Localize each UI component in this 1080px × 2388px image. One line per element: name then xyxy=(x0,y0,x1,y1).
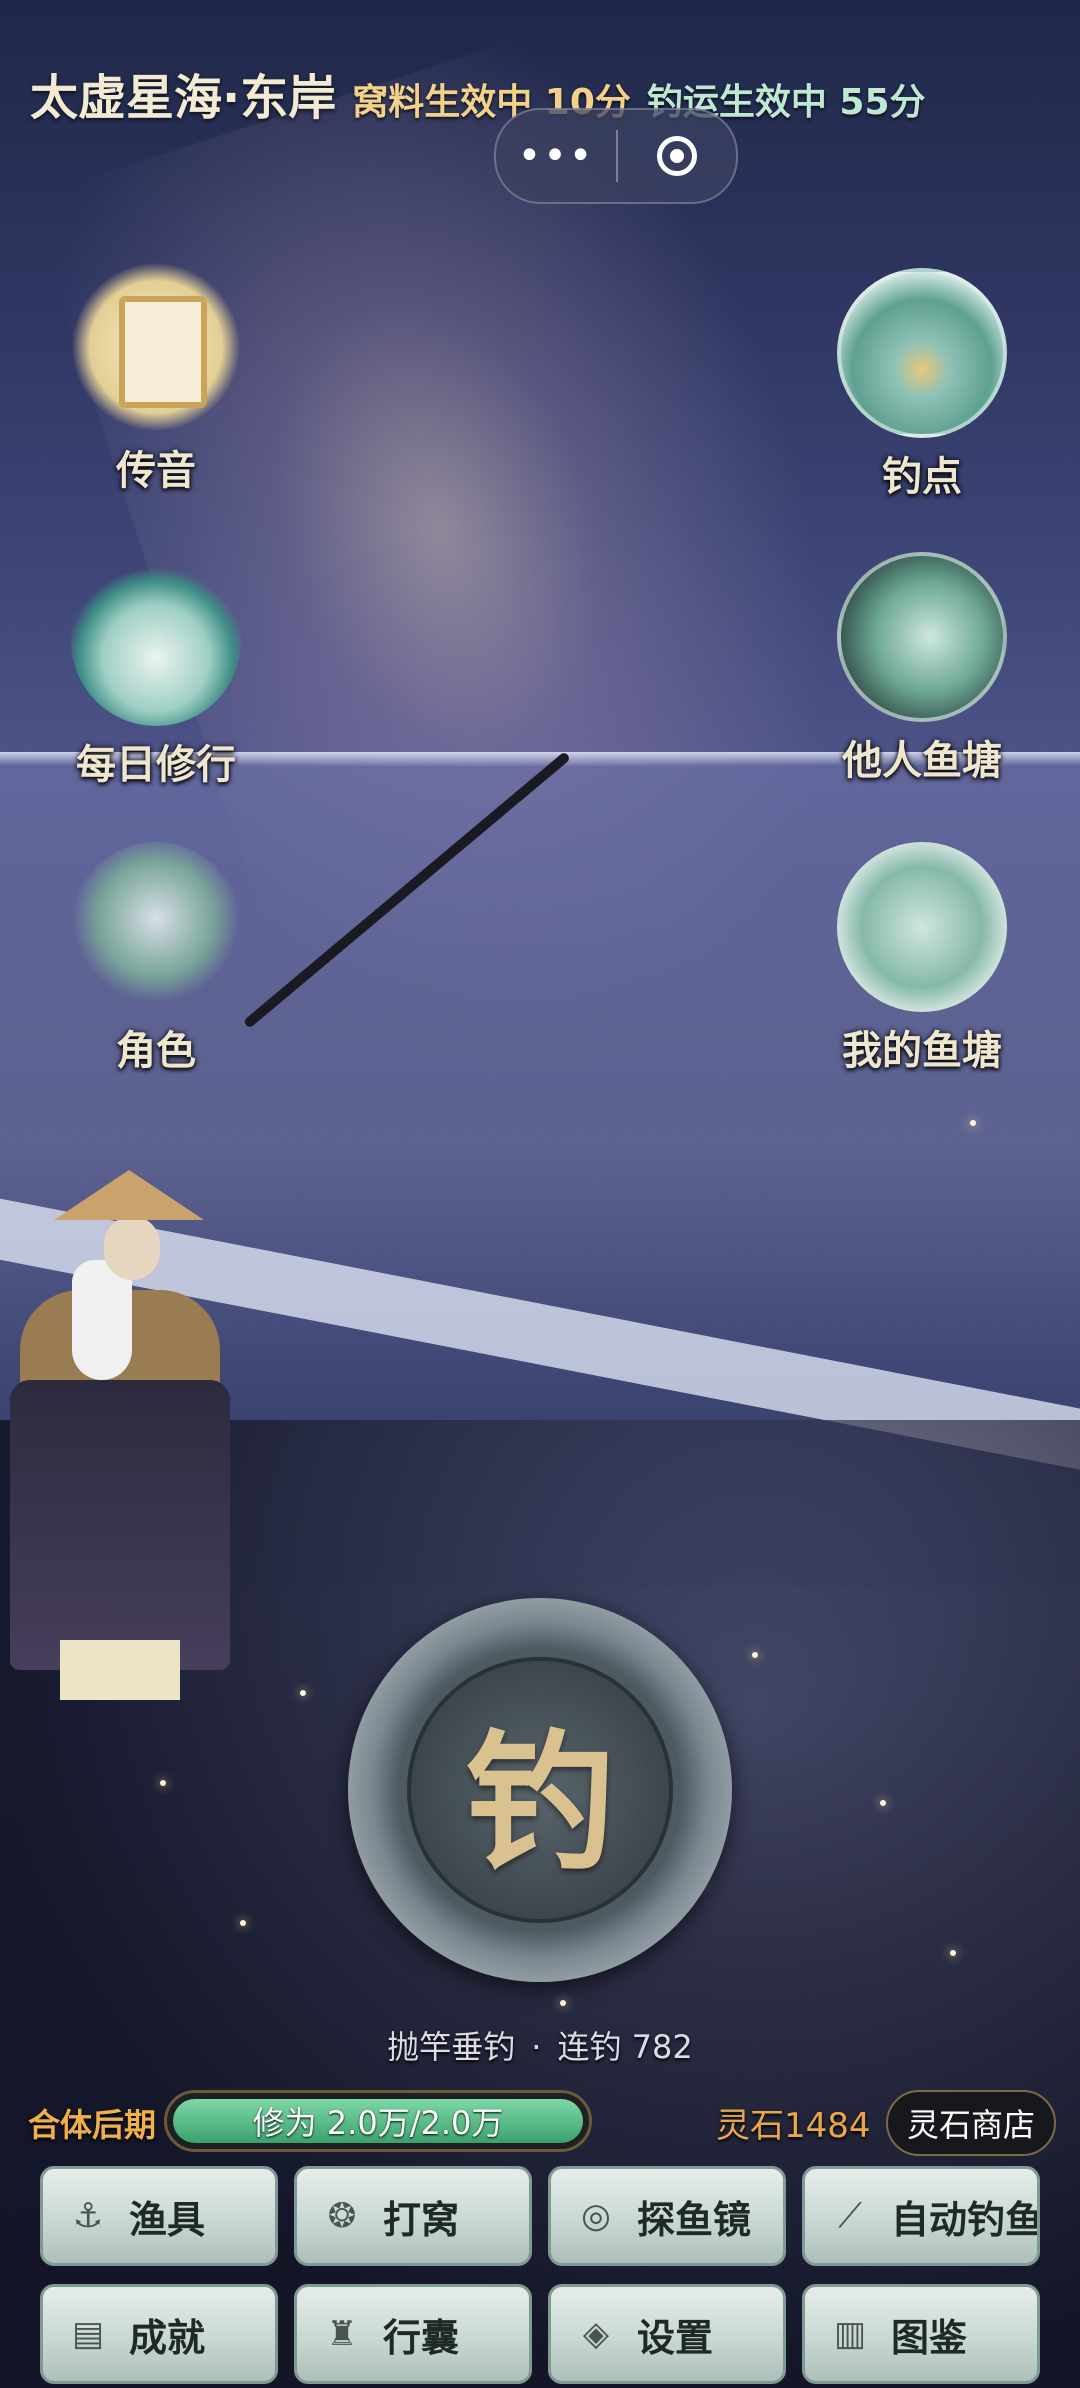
fish-finder-label: 探鱼镜 xyxy=(637,2197,752,2242)
mountain-incense-icon xyxy=(71,556,241,726)
character-menu[interactable]: 角色 xyxy=(46,842,266,1076)
cultivation-text: 修为 2.0万/2.0万 xyxy=(252,2104,504,2142)
character-portrait-icon xyxy=(71,842,241,1012)
fish-button-inner: 钓 xyxy=(407,1657,673,1923)
status-header: 太虚星海·东岸 窝料生效中 10分 钓运生效中 55分 xyxy=(30,58,926,128)
messages-menu[interactable]: 传音 xyxy=(46,262,266,496)
cultivation-bar: 修为 2.0万/2.0万 xyxy=(164,2090,592,2152)
spirit-stone-count: 灵石1484 xyxy=(716,2106,871,2146)
fishing-spot-label: 钓点 xyxy=(882,454,962,500)
fishing-gear-button[interactable]: ⚓ 渔具 xyxy=(40,2166,278,2266)
character-label: 角色 xyxy=(116,1028,196,1074)
fishing-spot-icon xyxy=(837,268,1007,438)
target-icon xyxy=(657,136,697,176)
mirror-icon: ◎ xyxy=(581,2196,611,2236)
auto-fishing-label: 自动钓鱼 xyxy=(891,2197,1040,2242)
codex-label: 图鉴 xyxy=(891,2315,968,2360)
fishing-spot-menu[interactable]: 钓点 xyxy=(812,268,1032,502)
codex-button[interactable]: ▥ 图鉴 xyxy=(802,2284,1040,2384)
cauldron-icon: ♜ xyxy=(326,2314,358,2354)
achievements-label: 成就 xyxy=(129,2315,206,2360)
fishing-gear-label: 渔具 xyxy=(129,2197,206,2242)
fish-char: 钓 xyxy=(464,1714,615,1891)
achievements-button[interactable]: ▤ 成就 xyxy=(40,2284,278,2384)
others-pond-label: 他人鱼塘 xyxy=(842,738,1002,784)
book-icon: ▤ xyxy=(71,2314,105,2354)
rod-icon: ⟋ xyxy=(838,2196,862,2236)
fisherman-character xyxy=(0,1170,260,1730)
miniprogram-capsule: ••• xyxy=(494,108,738,204)
auto-fishing-button[interactable]: ⟋ 自动钓鱼 xyxy=(802,2166,1040,2266)
inventory-button[interactable]: ♜ 行囊 xyxy=(294,2284,532,2384)
my-pond-label: 我的鱼塘 xyxy=(842,1028,1002,1074)
more-options-button[interactable]: ••• xyxy=(496,133,616,179)
bait-nest-button[interactable]: ❂ 打窝 xyxy=(294,2166,532,2266)
function-grid: ⚓ 渔具 ❂ 打窝 ◎ 探鱼镜 ⟋ 自动钓鱼 ▤ 成就 ♜ 行囊 ◈ 设置 ▥ … xyxy=(40,2166,1042,2384)
close-miniprogram-button[interactable] xyxy=(618,136,736,176)
daily-training-menu[interactable]: 每日修行 xyxy=(46,556,266,790)
location-title: 太虚星海·东岸 xyxy=(30,70,337,126)
fish-status-separator: · xyxy=(531,2028,542,2066)
fish-action-text: 抛竿垂钓 xyxy=(387,2028,516,2066)
settings-button[interactable]: ◈ 设置 xyxy=(548,2284,786,2384)
coin-settings-icon: ◈ xyxy=(582,2314,610,2354)
my-pond-menu[interactable]: 我的鱼塘 xyxy=(812,842,1032,1076)
straw-hat xyxy=(54,1170,204,1220)
bait-pot-icon: ❂ xyxy=(327,2196,357,2236)
fish-finder-button[interactable]: ◎ 探鱼镜 xyxy=(548,2166,786,2266)
inventory-label: 行囊 xyxy=(383,2315,460,2360)
my-pond-icon xyxy=(837,842,1007,1012)
others-pond-menu[interactable]: 他人鱼塘 xyxy=(812,552,1032,786)
hook-icon: ⚓ xyxy=(72,2196,104,2236)
settings-label: 设置 xyxy=(637,2315,714,2360)
realm-label: 合体后期 xyxy=(28,2106,157,2144)
scroll-bell-icon xyxy=(71,262,241,432)
spirit-stone-shop-button[interactable]: 灵石商店 xyxy=(886,2090,1056,2156)
messages-label: 传音 xyxy=(116,448,196,494)
fish-streak-text: 连钓 782 xyxy=(557,2028,693,2066)
cast-fishing-button[interactable]: 钓 xyxy=(348,1598,732,1982)
bait-nest-label: 打窝 xyxy=(383,2197,460,2242)
daily-training-label: 每日修行 xyxy=(76,742,236,788)
fishing-status: 抛竿垂钓 · 连钓 782 xyxy=(0,2022,1080,2068)
codex-icon: ▥ xyxy=(833,2314,867,2354)
others-pond-icon xyxy=(837,552,1007,722)
